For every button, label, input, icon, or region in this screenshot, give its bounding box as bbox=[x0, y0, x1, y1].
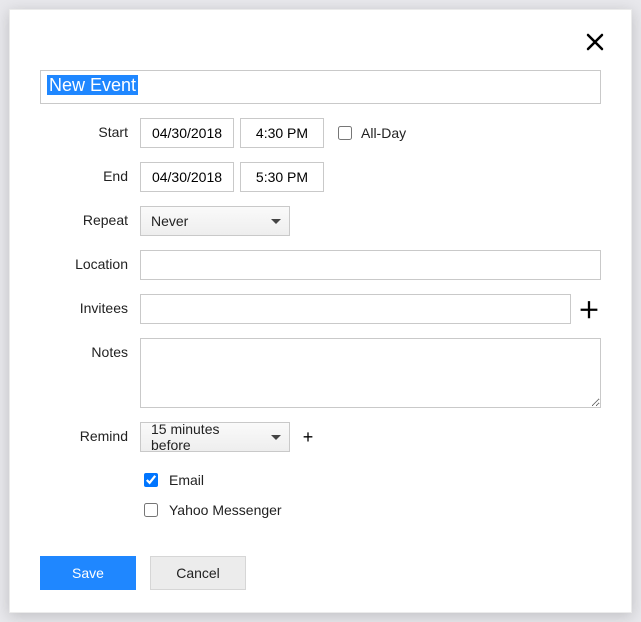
repeat-selected-value: Never bbox=[151, 213, 188, 229]
plus-icon: + bbox=[303, 427, 314, 448]
event-title-selected-text: New Event bbox=[47, 75, 138, 95]
close-icon bbox=[585, 32, 605, 52]
allday-label: All-Day bbox=[361, 125, 406, 141]
start-date-input[interactable] bbox=[140, 118, 234, 148]
cancel-button[interactable]: Cancel bbox=[150, 556, 246, 590]
event-title-input[interactable]: New Event bbox=[40, 70, 601, 104]
allday-checkbox[interactable] bbox=[338, 126, 352, 140]
notify-yahoo-checkbox[interactable] bbox=[144, 503, 158, 517]
remind-selected-value: 15 minutes before bbox=[151, 421, 261, 453]
end-time-input[interactable] bbox=[240, 162, 324, 192]
form-scroll-area[interactable]: New Event Start All-Day End Repeat bbox=[10, 70, 631, 522]
start-label: Start bbox=[40, 118, 140, 140]
allday-control[interactable]: All-Day bbox=[334, 123, 406, 143]
modal-footer: Save Cancel bbox=[10, 534, 631, 612]
invitees-input[interactable] bbox=[140, 294, 571, 324]
remind-dropdown[interactable]: 15 minutes before bbox=[140, 422, 290, 452]
location-label: Location bbox=[40, 250, 140, 272]
repeat-dropdown[interactable]: Never bbox=[140, 206, 290, 236]
end-date-input[interactable] bbox=[140, 162, 234, 192]
event-modal: New Event Start All-Day End Repeat bbox=[9, 9, 632, 613]
add-invitee-button[interactable]: ＋ bbox=[577, 297, 601, 321]
remind-label: Remind bbox=[40, 422, 140, 444]
invitees-label: Invitees bbox=[40, 294, 140, 316]
location-input[interactable] bbox=[140, 250, 601, 280]
notify-email-checkbox[interactable] bbox=[144, 473, 158, 487]
notify-yahoo-label: Yahoo Messenger bbox=[169, 502, 282, 518]
start-time-input[interactable] bbox=[240, 118, 324, 148]
notify-email-label: Email bbox=[169, 472, 204, 488]
notes-label: Notes bbox=[40, 338, 140, 360]
plus-icon: ＋ bbox=[578, 293, 600, 325]
chevron-down-icon bbox=[271, 435, 281, 440]
close-button[interactable] bbox=[581, 28, 609, 56]
notify-yahoo-control[interactable]: Yahoo Messenger bbox=[140, 500, 282, 520]
save-button[interactable]: Save bbox=[40, 556, 136, 590]
notes-textarea[interactable] bbox=[140, 338, 601, 408]
add-reminder-button[interactable]: + bbox=[296, 425, 320, 449]
notify-email-control[interactable]: Email bbox=[140, 470, 204, 490]
repeat-label: Repeat bbox=[40, 206, 140, 228]
end-label: End bbox=[40, 162, 140, 184]
chevron-down-icon bbox=[271, 219, 281, 224]
